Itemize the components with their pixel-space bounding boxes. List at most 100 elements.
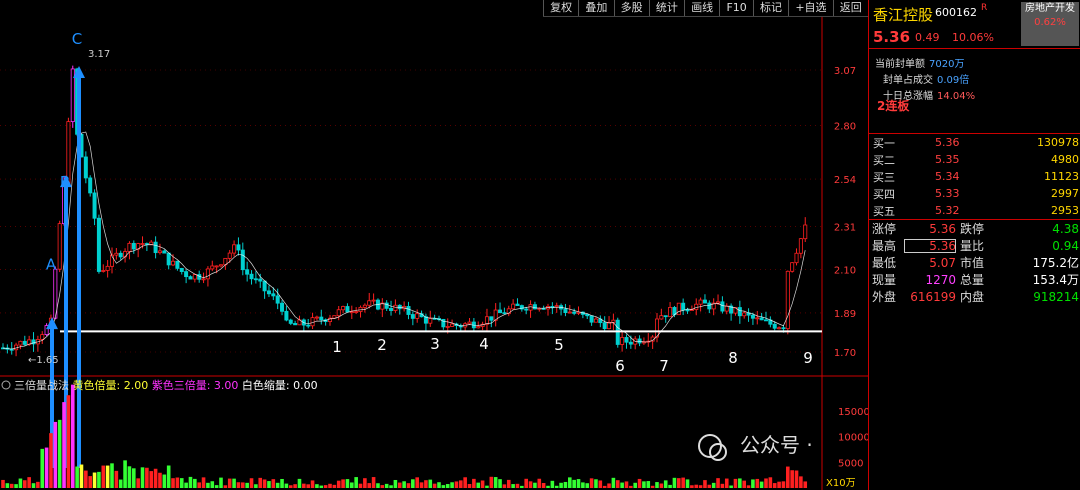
toolbar-mark[interactable]: 标记 xyxy=(752,0,788,16)
order-price: 5.36 xyxy=(935,136,960,149)
volume-bar xyxy=(31,483,36,488)
stat-value: 153.4万 xyxy=(1032,273,1079,287)
quote-stats: 涨停 5.36 跌停 4.38 最高 5.36 量比 0.94 最低 5.07 市值 175.2亿… xyxy=(869,220,1080,305)
volume-bar xyxy=(642,481,646,488)
volume-bar xyxy=(615,480,620,488)
order-volume: 2997 xyxy=(1051,187,1079,200)
toolbar-stats[interactable]: 统计 xyxy=(648,0,684,16)
candle-body xyxy=(655,318,660,338)
stat-label: 内盘 xyxy=(960,290,985,304)
volume-bar xyxy=(498,479,502,488)
volume-bar xyxy=(677,478,681,488)
volume-bar xyxy=(533,482,537,488)
candlesticks xyxy=(0,65,808,357)
candle-body xyxy=(341,306,346,311)
volume-bar xyxy=(328,483,332,488)
volume-bar xyxy=(254,484,258,488)
candle-body xyxy=(362,304,367,308)
volume-bar xyxy=(463,477,467,488)
volume-bar xyxy=(602,485,607,488)
volume-bar xyxy=(659,483,664,488)
toolbar-draw[interactable]: 画线 xyxy=(684,0,719,16)
volume-bar xyxy=(245,482,249,488)
volume-bar xyxy=(175,477,180,488)
volume-bar xyxy=(201,477,206,488)
price-tick-label: 2.10 xyxy=(834,266,856,277)
candle-body xyxy=(528,304,533,311)
volume-bar xyxy=(193,478,197,488)
sector-badge[interactable]: 房地产开发 0.62% xyxy=(1021,2,1079,46)
volume-bar xyxy=(537,478,542,488)
volume-bar xyxy=(738,478,742,488)
stat-value: 5.36 xyxy=(904,238,956,253)
candle-body xyxy=(179,267,184,272)
volume-bar xyxy=(1,479,5,488)
toolbar-f10[interactable]: F10 xyxy=(719,0,753,16)
order-row: 买三 5.34 11123 xyxy=(869,168,1080,185)
volume-bar xyxy=(380,485,385,488)
price-tick-label: 1.70 xyxy=(834,348,856,359)
volume-bar xyxy=(799,476,803,488)
candle-body xyxy=(123,251,128,258)
candle-body xyxy=(280,302,285,312)
volume-bar xyxy=(402,481,406,488)
volume-panel: 三倍量战法 黄色倍量: 2.00 紫色三倍量: 3.00 白色缩量: 0.00 1… xyxy=(1,378,868,489)
volume-bar xyxy=(419,482,424,488)
volume-bar xyxy=(40,448,45,488)
volume-bar xyxy=(79,464,84,488)
candle-body xyxy=(772,323,777,329)
breakout-letter-label: C xyxy=(72,30,82,48)
support-touch-number: 5 xyxy=(554,336,564,354)
toolbar-back[interactable]: 返回 xyxy=(832,0,868,16)
volume-bar xyxy=(751,479,755,488)
volume-bar xyxy=(594,479,598,488)
volume-bar xyxy=(707,484,712,488)
chart-annotations: A B C 1 2 3 4 5 6 7 8 9 3.17 ←1.65 xyxy=(28,30,813,375)
watermark-text: 公众号 · xyxy=(740,433,813,457)
candle-body xyxy=(57,223,62,270)
volume-bar xyxy=(341,479,345,488)
volume-bar xyxy=(524,478,528,488)
candle-body xyxy=(759,317,764,321)
volume-bar xyxy=(136,478,140,488)
volume-bar xyxy=(358,483,363,488)
volume-bar xyxy=(576,479,581,488)
volume-unit-label: X10万 xyxy=(826,478,856,489)
candle-body xyxy=(345,306,350,313)
candle-body xyxy=(354,311,359,313)
ma-line xyxy=(2,131,806,350)
volume-bar xyxy=(319,485,324,488)
volume-bar xyxy=(288,485,293,488)
candle-body xyxy=(131,242,136,250)
volume-bar xyxy=(92,472,97,488)
candle-body xyxy=(249,273,254,280)
support-touch-number: 4 xyxy=(479,335,489,353)
volume-bar xyxy=(742,480,746,488)
toolbar-overlay[interactable]: 叠加 xyxy=(578,0,613,16)
volume-bar xyxy=(293,484,297,488)
candle-body xyxy=(737,307,742,317)
candle-body xyxy=(663,315,668,318)
candle-body xyxy=(310,317,315,327)
candle-body xyxy=(293,323,298,326)
stats-row: 最低 5.07 市值 175.2亿 xyxy=(869,254,1080,271)
seal-value: 7020万 xyxy=(929,59,965,70)
candle-body xyxy=(188,276,193,280)
candle-body xyxy=(585,313,590,317)
candle-body xyxy=(171,260,176,266)
volume-bar xyxy=(223,485,228,488)
toolbar-add-watchlist[interactable]: +自选 xyxy=(788,0,832,16)
toolbar-fuquan[interactable]: 复权 xyxy=(543,0,578,16)
toolbar-multi[interactable]: 多股 xyxy=(613,0,649,16)
volume-bar xyxy=(184,482,188,488)
candle-body xyxy=(245,269,250,275)
volume-bar xyxy=(646,481,651,488)
stats-row: 外盘 616199 内盘 918214 xyxy=(869,288,1080,305)
volume-bar xyxy=(541,482,546,488)
candle-body xyxy=(750,314,755,319)
volume-bar xyxy=(759,481,764,488)
volume-bar xyxy=(75,466,79,488)
stats-row: 现量 1270 总量 153.4万 xyxy=(869,271,1080,288)
volume-bar xyxy=(236,482,241,488)
candle-body xyxy=(253,278,258,281)
